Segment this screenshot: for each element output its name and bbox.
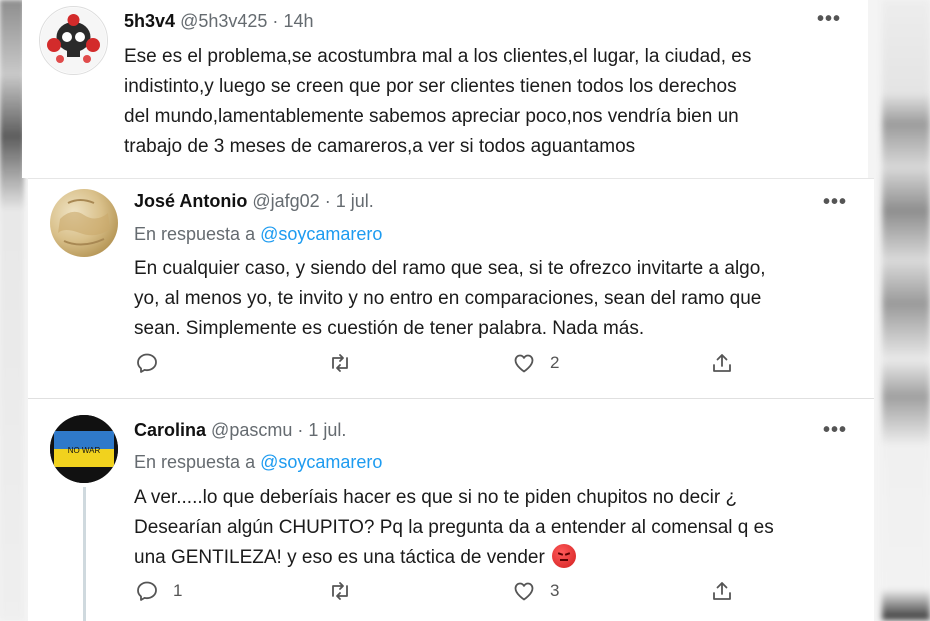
- tweet-actions: 2: [28, 351, 874, 381]
- tweet-header: 5h3v4 @5h3v425 · 14h: [124, 11, 313, 32]
- tweet-header: José Antonio @jafg02 · 1 jul.: [134, 191, 374, 212]
- tweet-text-line: una GENTILEZA! y eso es una táctica de v…: [134, 547, 545, 568]
- share-button[interactable]: [710, 579, 734, 603]
- more-icon[interactable]: •••: [817, 8, 841, 31]
- tweet-text-line: del mundo,lamentablemente sabemos apreci…: [124, 106, 739, 127]
- tweet-text: En cualquier caso, y siendo del ramo que…: [134, 254, 864, 344]
- replying-to: En respuesta a @soycamarero: [134, 452, 382, 473]
- reply-count: 1: [173, 581, 183, 600]
- blurred-background-right: [882, 0, 930, 620]
- avatar[interactable]: NO WAR: [50, 415, 118, 483]
- reply-button[interactable]: 1: [135, 579, 182, 603]
- timestamp[interactable]: 14h: [283, 11, 313, 31]
- retweet-button[interactable]: [328, 351, 366, 375]
- map-avatar-icon: [58, 199, 110, 246]
- tweet[interactable]: NO WAR Carolina @pascmu · 1 jul. ••• En …: [28, 398, 874, 621]
- like-icon: [514, 582, 534, 601]
- angry-face-emoji: [552, 544, 577, 568]
- display-name[interactable]: 5h3v4: [124, 11, 175, 31]
- like-icon: [514, 354, 534, 373]
- retweet-button[interactable]: [328, 579, 366, 603]
- tweet-text-line: yo, al menos yo, te invito y no entro en…: [134, 288, 762, 309]
- user-handle[interactable]: @pascmu: [211, 420, 292, 440]
- share-icon: [713, 582, 731, 600]
- reply-icon: [137, 353, 157, 373]
- like-button[interactable]: 3: [512, 579, 559, 603]
- like-count: 3: [550, 581, 560, 600]
- tweet-text-line: En cualquier caso, y siendo del ramo que…: [134, 258, 766, 279]
- share-icon: [713, 354, 731, 372]
- replying-to: En respuesta a @soycamarero: [134, 224, 382, 245]
- tweet-text-line: trabajo de 3 meses de camareros,a ver si…: [124, 136, 636, 157]
- avatar-text: NO WAR: [68, 446, 101, 455]
- no-war-flag-avatar-icon: NO WAR: [50, 415, 118, 483]
- separator-dot: ·: [297, 420, 304, 440]
- tweet-text: A ver.....lo que deberíais hacer es que …: [134, 483, 864, 573]
- tweet-header: Carolina @pascmu · 1 jul.: [134, 420, 346, 441]
- share-button[interactable]: [710, 351, 734, 375]
- timestamp[interactable]: 1 jul.: [308, 420, 346, 440]
- avatar[interactable]: [50, 189, 118, 257]
- mention-link[interactable]: @soycamarero: [260, 224, 382, 244]
- tweet[interactable]: José Antonio @jafg02 · 1 jul. ••• En res…: [28, 178, 874, 399]
- reply-button[interactable]: [135, 351, 173, 375]
- like-count: 2: [550, 353, 560, 372]
- tweet-text-line: sean. Simplemente es cuestión de tener p…: [134, 318, 645, 339]
- separator-dot: ·: [324, 191, 331, 211]
- reply-icon: [137, 581, 157, 601]
- tweet-text-line: A ver.....lo que deberíais hacer es que …: [134, 487, 738, 508]
- more-icon[interactable]: •••: [823, 419, 847, 442]
- retweet-icon: [332, 582, 348, 600]
- tweet-text-line: Ese es el problema,se acostumbra mal a l…: [124, 46, 752, 67]
- replying-to-prefix: En respuesta a: [134, 452, 256, 472]
- tweet-actions: 1 3: [28, 579, 874, 609]
- mention-link[interactable]: @soycamarero: [260, 452, 382, 472]
- tweet[interactable]: 5h3v4 @5h3v425 · 14h ••• Ese es el probl…: [22, 0, 868, 178]
- avatar[interactable]: [39, 6, 108, 75]
- tweet-text-line: indistinto,y luego se creen que por ser …: [124, 76, 737, 97]
- separator-dot: ·: [272, 11, 279, 31]
- tweet-text-line-with-emoji: una GENTILEZA! y eso es una táctica de v…: [134, 543, 864, 573]
- skull-avatar-icon: [40, 7, 107, 74]
- display-name[interactable]: José Antonio: [134, 191, 247, 211]
- user-handle[interactable]: @5h3v425: [180, 11, 267, 31]
- replying-to-prefix: En respuesta a: [134, 224, 256, 244]
- display-name[interactable]: Carolina: [134, 420, 206, 440]
- tweet-text-line: Desearían algún CHUPITO? Pq la pregunta …: [134, 517, 774, 538]
- retweet-icon: [332, 354, 348, 372]
- blurred-background-left: [0, 0, 24, 620]
- like-button[interactable]: 2: [512, 351, 559, 375]
- more-icon[interactable]: •••: [823, 191, 847, 214]
- tweet-text: Ese es el problema,se acostumbra mal a l…: [124, 42, 854, 162]
- timestamp[interactable]: 1 jul.: [336, 191, 374, 211]
- user-handle[interactable]: @jafg02: [252, 191, 319, 211]
